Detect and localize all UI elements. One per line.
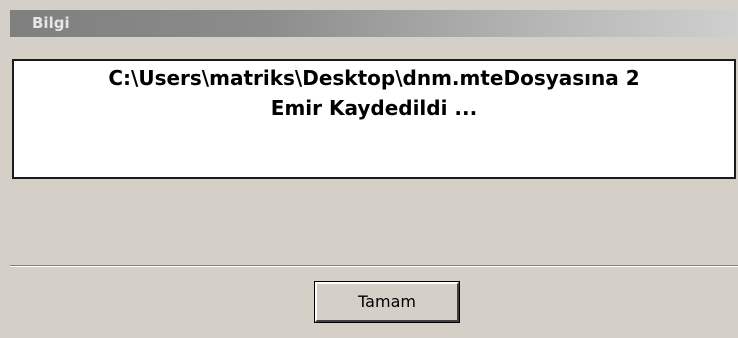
message-status-text: Emir Kaydedildi ... bbox=[270, 96, 478, 120]
info-dialog: Bilgi C:\Users\matriks\Desktop\dnm.mteDo… bbox=[0, 0, 738, 338]
dialog-title-bar[interactable]: Bilgi bbox=[10, 10, 738, 37]
message-panel: C:\Users\matriks\Desktop\dnm.mteDosyasın… bbox=[12, 59, 736, 179]
dialog-title: Bilgi bbox=[32, 14, 70, 32]
button-area-divider bbox=[10, 265, 738, 267]
ok-button[interactable]: Tamam bbox=[315, 282, 459, 322]
message-path-text: C:\Users\matriks\Desktop\dnm.mteDosyasın… bbox=[108, 66, 640, 90]
